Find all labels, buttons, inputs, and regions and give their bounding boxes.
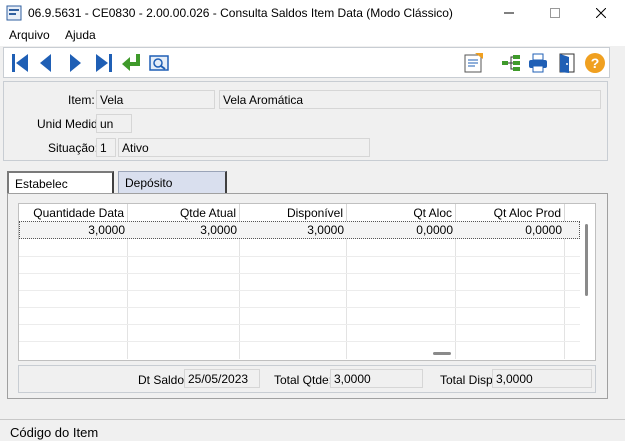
minimize-button[interactable] xyxy=(486,0,532,26)
goto-button[interactable] xyxy=(119,51,143,75)
column-header[interactable]: Qtde Atual xyxy=(128,204,240,221)
next-record-icon xyxy=(70,54,81,72)
report-button[interactable] xyxy=(461,51,485,75)
hierarchy-button[interactable] xyxy=(499,51,523,75)
first-record-icon xyxy=(12,54,28,72)
close-button[interactable] xyxy=(578,0,624,26)
situation-code-field: 1 xyxy=(96,138,116,157)
unit-label: Unid Medid: xyxy=(37,117,102,131)
grid-line xyxy=(19,341,580,342)
previous-record-icon xyxy=(40,54,51,72)
total-disp-label: Total Disp: xyxy=(440,373,497,387)
table-cell: 3,0000 xyxy=(200,223,237,237)
column-header[interactable]: Quantidade Data xyxy=(19,204,128,221)
close-icon xyxy=(596,8,606,18)
tab-content: Quantidade Data Qtde Atual Disponível Qt… xyxy=(7,193,608,399)
dt-saldo-label: Dt Saldo: xyxy=(138,373,188,387)
item-label: Item: xyxy=(68,93,95,107)
balance-grid[interactable]: Quantidade Data Qtde Atual Disponível Qt… xyxy=(18,203,596,361)
menu-bar: Arquivo Ajuda xyxy=(0,26,625,46)
minimize-icon xyxy=(504,12,514,14)
table-cell: 3,0000 xyxy=(307,223,344,237)
window-title: 06.9.5631 - CE0830 - 2.00.00.026 - Consu… xyxy=(28,6,453,20)
total-qtde-label: Total Qtde: xyxy=(274,373,333,387)
vertical-scrollbar[interactable] xyxy=(585,224,588,296)
table-cell: 3,0000 xyxy=(88,223,125,237)
grid-line xyxy=(19,256,580,257)
grid-line xyxy=(19,290,580,291)
situation-description-field: Ativo xyxy=(118,138,370,157)
maximize-icon xyxy=(550,8,560,18)
menu-arquivo[interactable]: Arquivo xyxy=(9,28,50,42)
total-disp-field: 3,0000 xyxy=(492,369,592,388)
unit-field: un xyxy=(96,114,132,133)
search-icon xyxy=(149,55,169,71)
menu-ajuda[interactable]: Ajuda xyxy=(65,28,96,42)
status-text: Código do Item xyxy=(10,425,99,440)
grid-line xyxy=(19,324,580,325)
totals-panel: Dt Saldo: 25/05/2023 Total Qtde: 3,0000 … xyxy=(18,365,596,393)
goto-icon xyxy=(122,54,140,71)
hierarchy-icon xyxy=(502,55,520,71)
maximize-button[interactable] xyxy=(532,0,578,26)
report-icon xyxy=(464,53,483,73)
item-description-field: Vela Aromática xyxy=(219,90,601,109)
help-button[interactable]: ? xyxy=(583,51,607,75)
column-header[interactable]: Qt Aloc xyxy=(347,204,456,221)
last-record-icon xyxy=(96,54,112,72)
last-record-button[interactable] xyxy=(92,51,116,75)
printer-button[interactable] xyxy=(526,51,550,75)
app-icon xyxy=(6,5,22,21)
next-record-button[interactable] xyxy=(63,51,87,75)
grid-line xyxy=(19,307,580,308)
tab-estabelec[interactable]: Estabelec xyxy=(7,171,114,194)
table-cell: 0,0000 xyxy=(416,223,453,237)
horizontal-scrollbar[interactable] xyxy=(433,352,451,355)
dt-saldo-field: 25/05/2023 xyxy=(184,369,260,388)
printer-icon xyxy=(529,53,547,73)
exit-button[interactable] xyxy=(555,51,579,75)
item-code-field[interactable]: Vela xyxy=(96,90,215,109)
table-cell: 0,0000 xyxy=(525,223,562,237)
toolbar: ? xyxy=(3,47,610,78)
first-record-button[interactable] xyxy=(8,51,32,75)
situation-label: Situação: xyxy=(48,141,99,155)
title-bar: 06.9.5631 - CE0830 - 2.00.00.026 - Consu… xyxy=(0,0,625,26)
status-bar: Código do Item xyxy=(0,419,625,441)
column-header[interactable]: Qt Aloc Prod xyxy=(456,204,565,221)
search-button[interactable] xyxy=(147,51,171,75)
help-icon: ? xyxy=(585,53,605,73)
svg-text:?: ? xyxy=(591,55,600,71)
previous-record-button[interactable] xyxy=(34,51,58,75)
item-info-panel: Item: Vela Vela Aromática Unid Medid: un… xyxy=(3,81,608,161)
grid-line xyxy=(19,273,580,274)
exit-door-icon xyxy=(559,53,575,73)
column-header[interactable]: Disponível xyxy=(240,204,347,221)
total-qtde-field: 3,0000 xyxy=(330,369,423,388)
tab-deposito[interactable]: Depósito xyxy=(118,171,227,194)
